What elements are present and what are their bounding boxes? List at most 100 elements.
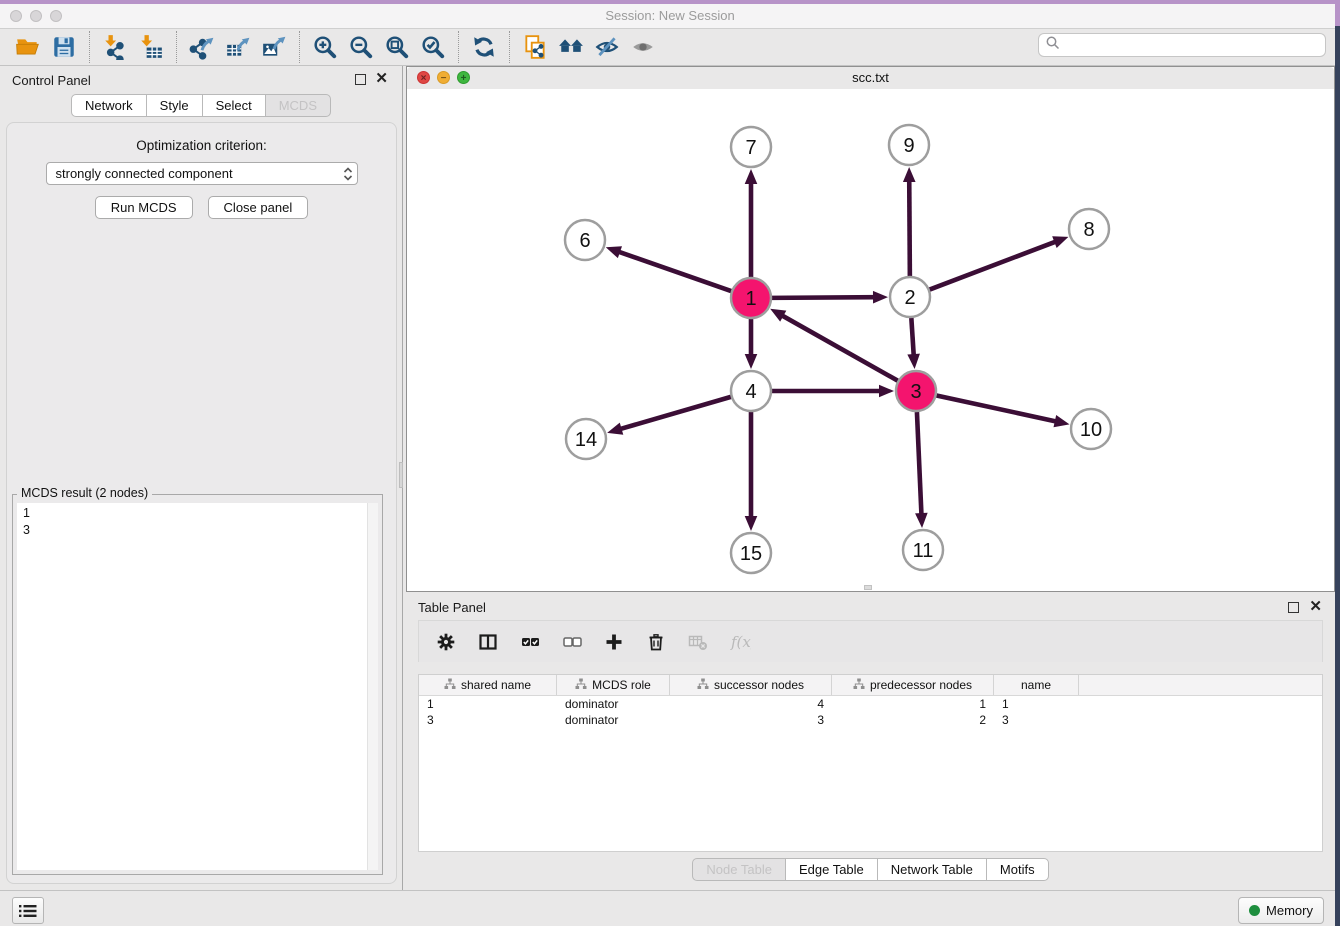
optimization-criterion-label: Optimization criterion:	[7, 138, 396, 153]
delete-table-icon	[685, 629, 711, 655]
edge-arrowhead-1-2	[873, 291, 888, 304]
edge-arrowhead-1-4	[745, 354, 758, 369]
cell-MCDS-role[interactable]: dominator	[557, 712, 670, 728]
column-header-successor-nodes[interactable]: successor nodes	[670, 675, 832, 695]
dropdown-stepper-icon	[339, 165, 357, 183]
mcds-result-scrollbar[interactable]	[367, 503, 378, 870]
node-label-7: 7	[745, 137, 756, 159]
table-row[interactable]: 3dominator323	[419, 712, 1322, 728]
zoom-in-icon[interactable]	[307, 31, 343, 63]
node-table-header: shared name MCDS role successor nodes pr…	[419, 675, 1322, 696]
optimization-criterion-dropdown[interactable]: strongly connected component	[46, 162, 358, 185]
node-label-6: 6	[579, 230, 590, 252]
edge-2-9[interactable]	[909, 180, 910, 276]
svg-text:f(x): f(x)	[730, 633, 751, 651]
cell-name[interactable]: 3	[994, 712, 1079, 728]
column-header-name[interactable]: name	[994, 675, 1079, 695]
deselect-all-icon[interactable]	[559, 629, 585, 655]
cell-name[interactable]: 1	[994, 696, 1079, 712]
tab-motifs[interactable]: Motifs	[986, 858, 1049, 881]
column-header-MCDS-role[interactable]: MCDS role	[557, 675, 670, 695]
table-row[interactable]: 1dominator411	[419, 696, 1322, 712]
open-session-icon[interactable]	[10, 31, 46, 63]
cell-predecessor-nodes[interactable]: 1	[832, 696, 994, 712]
panel-menu-button[interactable]	[12, 897, 44, 924]
control-panel-tabs: NetworkStyleSelectMCDS	[0, 94, 402, 117]
mcds-result-text[interactable]: 1 3	[17, 503, 368, 870]
column-header-predecessor-nodes[interactable]: predecessor nodes	[832, 675, 994, 695]
cell-predecessor-nodes[interactable]: 2	[832, 712, 994, 728]
tab-edge-table[interactable]: Edge Table	[785, 858, 878, 881]
add-column-icon[interactable]	[601, 629, 627, 655]
import-table-icon[interactable]	[133, 31, 169, 63]
export-network-icon[interactable]	[184, 31, 220, 63]
table-tabs: Node TableEdge TableNetwork TableMotifs	[406, 858, 1335, 881]
search-icon	[1045, 35, 1061, 56]
save-session-icon[interactable]	[46, 31, 82, 63]
edge-3-1[interactable]	[781, 315, 897, 381]
network-canvas[interactable]: 7968124314101511	[407, 89, 1334, 591]
close-panel-button[interactable]: Close panel	[208, 196, 309, 219]
list-menu-icon	[19, 904, 37, 918]
cell-MCDS-role[interactable]: dominator	[557, 696, 670, 712]
network-graph: 7968124314101511	[407, 89, 1334, 591]
tab-mcds[interactable]: MCDS	[265, 94, 331, 117]
show-all-icon[interactable]	[625, 31, 661, 63]
edge-3-10[interactable]	[937, 395, 1057, 421]
edge-arrowhead-1-6	[606, 246, 622, 258]
tab-network[interactable]: Network	[71, 94, 147, 117]
zoom-out-icon[interactable]	[343, 31, 379, 63]
refresh-network-icon[interactable]	[466, 31, 502, 63]
control-panel-title: Control Panel	[12, 73, 91, 88]
edge-arrowhead-2-3	[907, 354, 920, 369]
table-float-icon[interactable]	[1288, 602, 1299, 613]
edge-arrowhead-2-9	[903, 167, 916, 182]
cell-successor-nodes[interactable]: 4	[670, 696, 832, 712]
toggle-columns-icon[interactable]	[475, 629, 501, 655]
column-header-shared-name[interactable]: shared name	[419, 675, 557, 695]
node-table: shared name MCDS role successor nodes pr…	[418, 674, 1323, 852]
clone-network-icon[interactable]	[517, 31, 553, 63]
edge-2-3[interactable]	[911, 318, 913, 356]
network-window-titlebar[interactable]: × − + scc.txt	[407, 67, 1334, 90]
edge-2-8[interactable]	[930, 241, 1057, 289]
first-neighbors-icon[interactable]	[553, 31, 589, 63]
export-image-icon[interactable]	[256, 31, 292, 63]
edge-arrowhead-3-10	[1054, 415, 1070, 427]
close-panel-icon[interactable]: ✕	[375, 71, 388, 87]
edge-1-2[interactable]	[772, 297, 875, 298]
network-resize-handle[interactable]	[864, 585, 872, 590]
run-mcds-button[interactable]: Run MCDS	[95, 196, 193, 219]
search-box[interactable]	[1038, 33, 1326, 57]
select-all-icon[interactable]	[517, 629, 543, 655]
edge-1-6[interactable]	[618, 252, 731, 292]
table-close-icon[interactable]: ✕	[1309, 599, 1322, 615]
delete-column-icon[interactable]	[643, 629, 669, 655]
panel-splitter-handle[interactable]	[399, 462, 403, 488]
cell-shared-name[interactable]: 3	[419, 712, 557, 728]
edge-4-14[interactable]	[620, 397, 731, 429]
import-network-icon[interactable]	[97, 31, 133, 63]
tab-select[interactable]: Select	[202, 94, 266, 117]
hide-selected-icon[interactable]	[589, 31, 625, 63]
control-panel: Control Panel ✕ NetworkStyleSelectMCDS O…	[0, 66, 403, 890]
node-label-2: 2	[904, 287, 915, 309]
export-table-icon[interactable]	[220, 31, 256, 63]
search-input[interactable]	[1061, 37, 1325, 54]
tab-node-table[interactable]: Node Table	[692, 858, 786, 881]
cell-shared-name[interactable]: 1	[419, 696, 557, 712]
table-panel: Table Panel ✕ f(x) shared name MCDS role	[406, 592, 1335, 890]
zoom-selected-icon[interactable]	[415, 31, 451, 63]
edge-3-11[interactable]	[917, 412, 922, 515]
tab-network-table[interactable]: Network Table	[877, 858, 987, 881]
memory-button[interactable]: Memory	[1238, 897, 1324, 924]
cell-successor-nodes[interactable]: 3	[670, 712, 832, 728]
dropdown-value: strongly connected component	[47, 166, 339, 181]
tab-style[interactable]: Style	[146, 94, 203, 117]
float-panel-icon[interactable]	[355, 74, 366, 85]
window-right-border-top	[1335, 0, 1340, 26]
node-label-15: 15	[740, 543, 762, 565]
edge-arrowhead-3-11	[915, 513, 928, 528]
table-settings-icon[interactable]	[433, 629, 459, 655]
zoom-fit-icon[interactable]	[379, 31, 415, 63]
